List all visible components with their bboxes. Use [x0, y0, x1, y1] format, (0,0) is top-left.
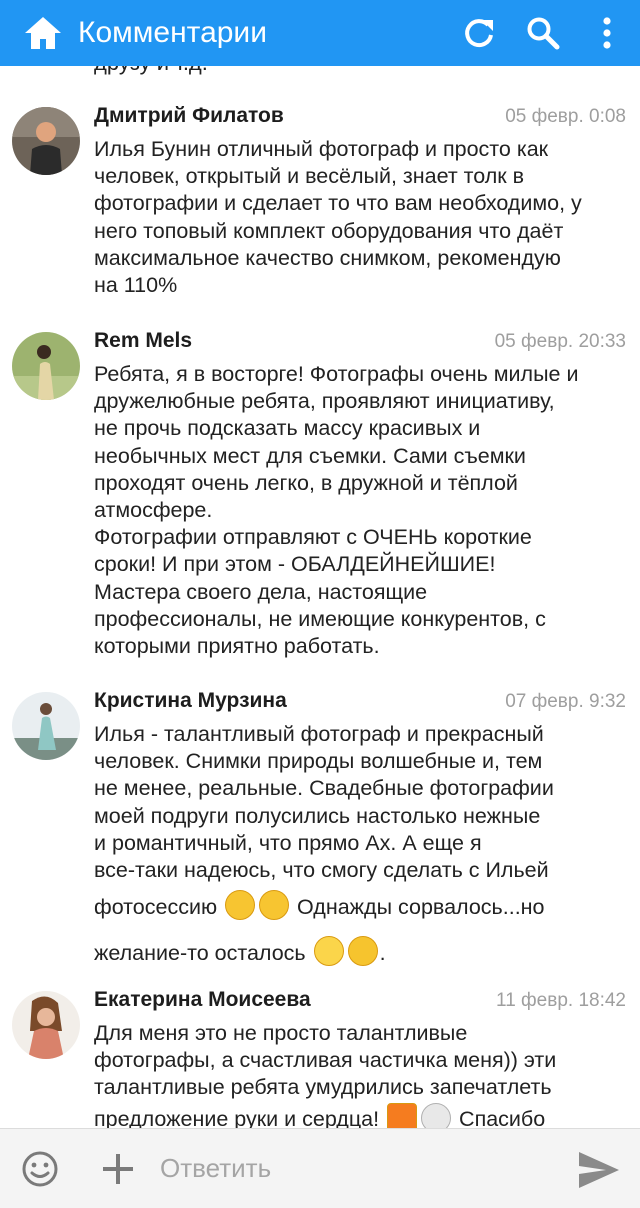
comment-line: Илья - талантливый фотограф и прекрасный — [94, 722, 544, 746]
comment-date: 07 февр. 9:32 — [505, 691, 626, 712]
comment-line: и романтичный, что прямо Ах. А еще я — [94, 830, 482, 855]
home-button[interactable] — [18, 8, 68, 58]
comment-text-fragment: Спасибо — [453, 1107, 546, 1128]
comment-item: Дмитрий Филатов 05 февр. 0:08 Илья Бунин… — [0, 104, 640, 324]
comment-text-fragment: желание-то осталось — [94, 940, 312, 965]
comment-line: на 110% — [94, 273, 178, 298]
ring-emoji-icon — [421, 1102, 452, 1128]
clipped-previous-text: друзу и т.д. — [94, 66, 208, 76]
comment-line: талантливые ребята умудрились запечатлет… — [94, 1075, 552, 1100]
comment-item: Кристина Мурзина 07 февр. 9:32 Илья - та… — [0, 689, 640, 989]
comment-line: необычных мест для съемки. Сами съемки — [94, 443, 526, 468]
comment-author[interactable]: Екатерина Моисеева — [94, 988, 311, 1012]
home-icon — [25, 17, 61, 49]
comment-date: 11 февр. 18:42 — [496, 990, 626, 1011]
comment-line: Фотографии отправляют с ОЧЕНЬ короткие — [94, 525, 532, 550]
page-title: Комментарии — [78, 16, 267, 49]
app-bar: Комментарии — [0, 0, 640, 66]
comment-item: Rem Mels 05 февр. 20:33 Ребята, я в вост… — [0, 329, 640, 689]
tongue-emoji-icon — [259, 890, 290, 921]
comment-text-fragment: фотосессию — [94, 894, 224, 919]
plus-icon — [103, 1154, 133, 1184]
comment-line: проходят очень легко, в дружной и тёплой — [94, 470, 518, 495]
comment-text-fragment: . — [379, 940, 386, 965]
send-button[interactable] — [576, 1147, 622, 1193]
comment-text: Илья - талантливый фотограф и прекрасный… — [94, 721, 624, 976]
comments-feed[interactable]: друзу и т.д. Дмитрий Филатов 05 февр. 0:… — [0, 66, 640, 1128]
attach-button[interactable] — [98, 1149, 138, 1189]
avatar[interactable] — [12, 107, 80, 175]
comment-line: атмосфере. — [94, 498, 213, 523]
comment-line: человек. Снимки природы волшебные и, тем — [94, 749, 543, 774]
avatar[interactable] — [12, 332, 80, 400]
sunglasses-emoji-icon — [347, 936, 378, 967]
send-icon — [579, 1152, 619, 1188]
comment-date: 05 февр. 0:08 — [505, 106, 626, 127]
comment-line: не менее, реальные. Свадебные фотографии — [94, 776, 554, 801]
comment-line-with-emoji: желание-то осталось . — [94, 930, 624, 976]
avatar[interactable] — [12, 692, 80, 760]
comment-text-fragment: предложение руки и сердца! — [94, 1107, 386, 1128]
collision-emoji-icon — [387, 1102, 418, 1128]
comment-text: Илья Бунин отличный фотограф и просто ка… — [94, 136, 624, 299]
comment-author[interactable]: Кристина Мурзина — [94, 689, 287, 713]
search-icon — [527, 17, 560, 50]
reply-input[interactable] — [160, 1153, 540, 1184]
comment-line: не прочь подсказать массу красивых и — [94, 416, 481, 441]
comment-line-with-emoji: фотосессию Однажды сорвалось...но — [94, 884, 624, 930]
comment-date: 05 февр. 20:33 — [494, 331, 626, 352]
comment-line: дружелюбные ребята, проявляют инициативу… — [94, 389, 555, 414]
comment-line: Ребята, я в восторге! Фотографы очень ми… — [94, 362, 579, 386]
comment-line: профессионалы, не имеющие конкурентов, с — [94, 606, 546, 631]
more-options-button[interactable] — [582, 8, 632, 58]
comment-line: сроки! И при этом - ОБАЛДЕЙНЕЙШИЕ! — [94, 552, 496, 577]
search-button[interactable] — [518, 8, 568, 58]
comment-item: Екатерина Моисеева 11 февр. 18:42 Для ме… — [0, 988, 640, 1128]
comment-line: моей подруги полусились настолько нежные — [94, 803, 541, 828]
comment-text: Ребята, я в восторге! Фотографы очень ми… — [94, 361, 624, 660]
comment-author[interactable]: Rem Mels — [94, 329, 192, 353]
comment-line-with-emoji: предложение руки и сердца! Спасибо — [94, 1102, 624, 1128]
comment-line: Илья Бунин отличный фотограф и просто ка… — [94, 137, 549, 161]
hugging-emoji-icon — [225, 890, 256, 921]
comment-author[interactable]: Дмитрий Филатов — [94, 104, 284, 128]
emoji-icon — [22, 1151, 58, 1187]
comment-text: Для меня это не просто талантливые фотог… — [94, 1020, 624, 1128]
comment-line: человек, открытый и весёлый, знает толк … — [94, 164, 525, 189]
refresh-icon — [465, 19, 493, 48]
reply-composer — [0, 1128, 640, 1208]
comment-line: максимальное качество снимком, рекоменду… — [94, 245, 561, 270]
comment-line: все-таки надеюсь, что смогу сделать с Ил… — [94, 858, 549, 883]
comment-line: фотографии и сделает то что вам необходи… — [94, 191, 582, 216]
comment-line: него топовый комплект оборудования что д… — [94, 218, 564, 243]
avatar[interactable] — [12, 991, 80, 1059]
flushed-emoji-icon — [313, 936, 344, 967]
comment-line: Мастера своего дела, настоящие — [94, 579, 428, 604]
refresh-button[interactable] — [454, 8, 504, 58]
comment-line: Для меня это не просто талантливые — [94, 1021, 468, 1045]
comment-line: фотографы, а счастливая частичка меня)) … — [94, 1048, 557, 1073]
comment-text-fragment: Однажды сорвалось...но — [291, 894, 545, 919]
more-vert-icon — [603, 17, 611, 49]
emoji-button[interactable] — [20, 1149, 60, 1189]
comment-line: которыми приятно работать. — [94, 634, 380, 659]
